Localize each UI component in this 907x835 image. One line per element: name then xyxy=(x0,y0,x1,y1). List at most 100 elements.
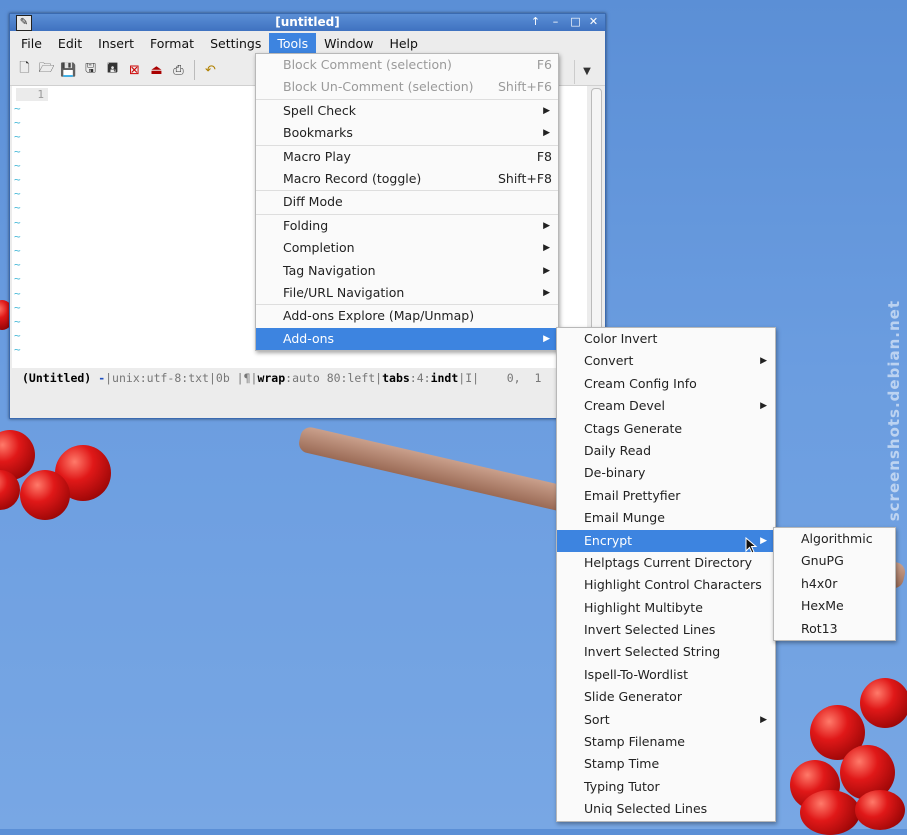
tilde-marker: ~ xyxy=(14,300,21,314)
tools-menu-item[interactable]: Completion ▶ xyxy=(256,237,558,259)
tilde-marker: ~ xyxy=(14,102,21,115)
addons-menu-item[interactable]: Helptags Current Directory xyxy=(557,552,775,574)
encrypt-menu-item[interactable]: Algorithmic xyxy=(774,528,895,550)
line-number: 1 xyxy=(16,88,48,101)
open-folder-icon[interactable]: 🗁 xyxy=(38,61,55,79)
undo-icon[interactable]: ↶ xyxy=(202,62,219,79)
status-wrap-key: wrap xyxy=(257,371,286,385)
submenu-arrow-icon: ▶ xyxy=(543,220,550,231)
addons-menu-item-label: Encrypt xyxy=(584,532,633,548)
tools-menu-item[interactable]: Bookmarks ▶ xyxy=(256,122,558,144)
minimize-button[interactable]: – xyxy=(548,15,563,29)
addons-menu-item[interactable]: Ispell-To-Wordlist xyxy=(557,664,775,686)
addons-menu-item[interactable]: Encrypt ▶ xyxy=(557,529,775,552)
menu-insert[interactable]: Insert xyxy=(90,33,142,54)
raise-button[interactable]: ↑ xyxy=(528,15,543,29)
addons-menu-item[interactable]: Sort ▶ xyxy=(557,709,775,731)
tools-menu-item[interactable]: Add-ons ▶ xyxy=(256,327,558,351)
save-as-icon[interactable]: 🖫 xyxy=(82,61,99,79)
tilde-marker: ~ xyxy=(14,315,21,329)
status-indent-key: indt xyxy=(430,371,459,385)
tilde-marker: ~ xyxy=(14,130,21,144)
encrypt-menu-item[interactable]: h4x0r xyxy=(774,573,895,595)
berry xyxy=(860,678,907,728)
submenu-arrow-icon: ▶ xyxy=(543,105,550,116)
menu-format[interactable]: Format xyxy=(142,33,202,54)
addons-menu-item-label: Cream Config Info xyxy=(584,375,697,391)
close-button[interactable]: ✕ xyxy=(586,15,601,29)
tools-menu-item[interactable]: Tag Navigation ▶ xyxy=(256,260,558,282)
tools-menu-item[interactable]: Add-ons Explore (Map/Unmap) xyxy=(256,304,558,327)
addons-menu-item-label: Daily Read xyxy=(584,442,652,458)
addons-menu-item[interactable]: Daily Read xyxy=(557,440,775,462)
tools-menu: Block Comment (selection) F6 Block Un-Comm… xyxy=(255,53,559,352)
tilde-marker: ~ xyxy=(14,258,21,272)
addons-menu-item[interactable]: Stamp Time xyxy=(557,753,775,775)
tools-menu-item[interactable]: Block Comment (selection) F6 xyxy=(256,54,558,76)
addons-menu-item[interactable]: Ctags Generate xyxy=(557,418,775,440)
addons-menu-item-label: Color Invert xyxy=(584,331,658,346)
status-encoding: |unix:utf-8:txt|0b |¶| xyxy=(105,371,258,385)
addons-menu-item-label: Ispell-To-Wordlist xyxy=(584,666,689,682)
encrypt-menu-item[interactable]: Rot13 xyxy=(774,618,895,640)
tools-menu-item[interactable]: Macro Play F8 xyxy=(256,144,558,168)
addons-menu-item[interactable]: Invert Selected String xyxy=(557,641,775,663)
encrypt-menu-item[interactable]: GnuPG xyxy=(774,550,895,572)
tools-menu-item[interactable]: Folding ▶ xyxy=(256,213,558,237)
submenu-arrow-icon: ▶ xyxy=(543,243,550,254)
addons-menu-item[interactable]: Uniq Selected Lines xyxy=(557,798,775,820)
addons-menu-item-label: Typing Tutor xyxy=(584,778,660,794)
submenu-arrow-icon: ▶ xyxy=(760,401,767,412)
berry xyxy=(800,790,860,835)
toolbar-overflow-icon[interactable]: ▼ xyxy=(574,60,599,84)
status-tail: |I| 0, 1 xyxy=(458,371,542,385)
tilde-marker: ~ xyxy=(14,173,21,187)
addons-menu-item[interactable]: Invert Selected Lines xyxy=(557,619,775,641)
save-all-icon[interactable]: 🖪 xyxy=(104,61,121,79)
tilde-marker: ~ xyxy=(14,229,21,243)
close-file-icon[interactable]: ⊠ xyxy=(126,62,143,79)
tools-menu-item-shortcut: F8 xyxy=(536,148,552,164)
tools-menu-item[interactable]: Macro Record (toggle) Shift+F8 xyxy=(256,168,558,190)
addons-menu-item[interactable]: Highlight Control Characters xyxy=(557,574,775,596)
tools-menu-item-label: Add-ons xyxy=(283,330,335,346)
new-file-icon[interactable]: 🗋 xyxy=(16,61,33,79)
encrypt-menu-item[interactable]: HexMe xyxy=(774,595,895,617)
addons-menu-item[interactable]: Color Invert xyxy=(557,328,775,350)
encrypt-menu-item-label: HexMe xyxy=(801,598,844,614)
addons-menu-item[interactable]: Stamp Filename xyxy=(557,731,775,753)
addons-menu-item[interactable]: Email Prettyfier xyxy=(557,485,775,507)
tools-menu-item[interactable]: Block Un-Comment (selection) Shift+F6 xyxy=(256,76,558,98)
tools-menu-item[interactable]: Diff Mode xyxy=(256,190,558,213)
addons-menu-item-label: Sort xyxy=(584,711,610,727)
menu-tools[interactable]: Tools xyxy=(269,32,317,54)
maximize-button[interactable]: □ xyxy=(568,15,583,29)
tools-menu-item[interactable]: Spell Check ▶ xyxy=(256,98,558,122)
status-line: (Untitled) -|unix:utf-8:txt|0b |¶|wrap:a… xyxy=(22,371,541,385)
addons-menu-item[interactable]: De-binary xyxy=(557,462,775,484)
berry xyxy=(855,790,905,830)
save-icon[interactable]: 💾 xyxy=(60,62,77,79)
submenu-arrow-icon: ▶ xyxy=(543,128,550,139)
print-icon[interactable]: ⎙ xyxy=(170,62,187,79)
exit-icon[interactable]: ⏏ xyxy=(148,62,165,79)
addons-menu-item-label: Invert Selected String xyxy=(584,644,721,660)
addons-menu-item[interactable]: Typing Tutor xyxy=(557,776,775,798)
menu-settings[interactable]: Settings xyxy=(202,33,269,54)
addons-menu-item[interactable]: Convert ▶ xyxy=(557,350,775,372)
addons-menu-item[interactable]: Highlight Multibyte xyxy=(557,597,775,619)
tools-menu-item[interactable]: File/URL Navigation ▶ xyxy=(256,282,558,304)
tools-menu-item-label: Add-ons Explore (Map/Unmap) xyxy=(283,308,475,324)
addons-menu-item-label: Slide Generator xyxy=(584,689,682,705)
tools-menu-item-label: Diff Mode xyxy=(283,194,343,210)
menu-file[interactable]: File xyxy=(13,33,50,54)
menu-help[interactable]: Help xyxy=(381,33,426,54)
menu-edit[interactable]: Edit xyxy=(50,33,90,54)
encrypt-menu-item-label: Rot13 xyxy=(801,620,838,636)
addons-menu-item[interactable]: Cream Devel ▶ xyxy=(557,395,775,417)
addons-menu-item[interactable]: Email Munge xyxy=(557,507,775,529)
addons-menu-item[interactable]: Slide Generator xyxy=(557,686,775,708)
addons-menu-item[interactable]: Cream Config Info xyxy=(557,373,775,395)
title-bar[interactable]: ✎ [untitled] ↑ – □ ✕ xyxy=(10,14,605,31)
menu-window[interactable]: Window xyxy=(316,33,381,54)
